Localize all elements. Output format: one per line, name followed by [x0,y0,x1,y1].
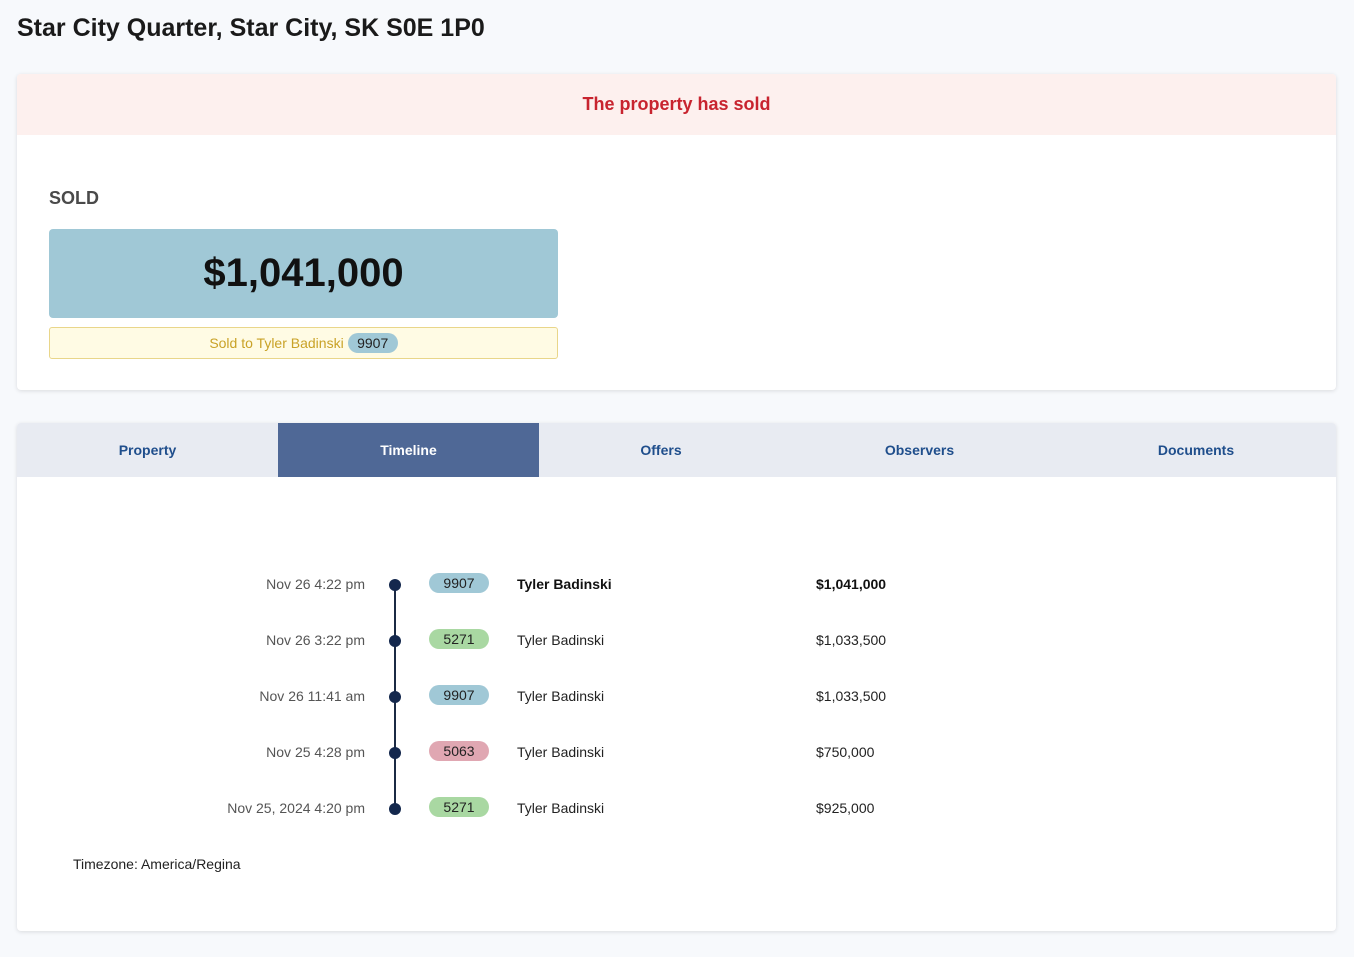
timeline-row: Nov 26 11:41 am 9907 Tyler Badinski $1,0… [17,682,1336,712]
timeline-dot [389,747,401,759]
sold-price: $1,041,000 [49,229,558,318]
buyer-text: Sold to Tyler Badinski [209,335,344,351]
timeline-time: Nov 26 11:41 am [259,688,365,704]
timeline-dot [389,803,401,815]
bidder-id-badge: 9907 [429,685,489,705]
sold-banner: The property has sold [17,74,1336,135]
bid-amount: $750,000 [816,744,875,760]
bidder-id-badge: 5271 [429,797,489,817]
page-title: Star City Quarter, Star City, SK S0E 1P0 [17,14,485,42]
bidder-name: Tyler Badinski [517,744,605,760]
buyer-info: Sold to Tyler Badinski 9907 [49,327,558,359]
bidder-id-badge: 5063 [429,741,489,761]
bidder-name: Tyler Badinski [517,800,605,816]
bidder-id-badge: 5271 [429,629,489,649]
timeline-row: Nov 26 3:22 pm 5271 Tyler Badinski $1,03… [17,626,1336,656]
bid-amount: $925,000 [816,800,875,816]
timeline-dot [389,635,401,647]
timeline-row: Nov 25 4:28 pm 5063 Tyler Badinski $750,… [17,738,1336,768]
timeline-row: Nov 25, 2024 4:20 pm 5271 Tyler Badinski… [17,794,1336,824]
timezone-note: Timezone: America/Regina [73,856,241,872]
bidder-name: Tyler Badinski [517,688,605,704]
sold-label: SOLD [49,188,100,208]
tab-property[interactable]: Property [17,423,278,477]
tab-documents[interactable]: Documents [1056,423,1336,477]
timeline-dot [389,579,401,591]
bid-amount: $1,041,000 [816,576,887,592]
buyer-id-badge: 9907 [347,333,398,353]
tab-bar: Property Timeline Offers Observers Docum… [17,423,1336,477]
timeline-time: Nov 25 4:28 pm [266,744,365,760]
timeline-time: Nov 26 4:22 pm [266,576,365,592]
tab-timeline[interactable]: Timeline [278,423,539,477]
timeline-row: Nov 26 4:22 pm 9907 Tyler Badinski $1,04… [17,570,1336,600]
tab-observers[interactable]: Observers [783,423,1056,477]
bid-amount: $1,033,500 [816,632,887,648]
bidder-name: Tyler Badinski [517,576,612,592]
timeline-time: Nov 26 3:22 pm [266,632,365,648]
sale-status-card: The property has sold SOLD $1,041,000 So… [17,74,1336,390]
bid-amount: $1,033,500 [816,688,887,704]
bidder-id-badge: 9907 [429,573,489,593]
timeline-time: Nov 25, 2024 4:20 pm [227,800,365,816]
bidder-name: Tyler Badinski [517,632,605,648]
timeline-dot [389,691,401,703]
tab-offers[interactable]: Offers [539,423,783,477]
details-card: Property Timeline Offers Observers Docum… [17,423,1336,931]
